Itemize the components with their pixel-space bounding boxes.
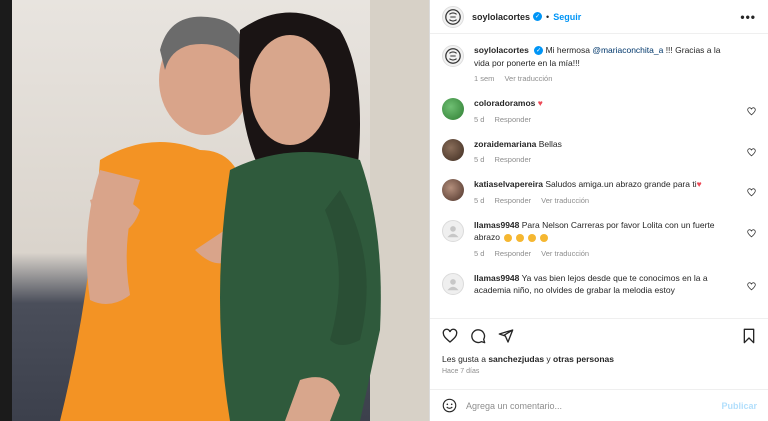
smiley-emoji-icon <box>540 233 549 242</box>
author-username[interactable]: soylolacortes <box>472 12 530 22</box>
default-user-icon <box>447 278 459 290</box>
comment-item: zoraidemariana Bellas 5 d Responder <box>442 138 756 164</box>
comment-text: coloradoramos ♥ <box>474 97 738 110</box>
action-icons <box>442 327 757 345</box>
translate-link[interactable]: Ver traducción <box>541 249 589 258</box>
like-comment-heart-icon[interactable] <box>747 107 756 116</box>
translate-link[interactable]: Ver traducción <box>541 196 589 205</box>
comment-time: 5 d <box>474 114 485 124</box>
caption-meta: 1 sem Ver traducción <box>474 74 738 83</box>
separator-dot: • <box>546 11 550 22</box>
author-logo-icon <box>445 8 461 25</box>
comment-username[interactable]: llamas9948 <box>474 273 519 283</box>
comment-body: Saludos amiga.un abrazo grande para ti <box>545 179 697 189</box>
post-photo[interactable] <box>0 0 429 421</box>
like-heart-icon[interactable] <box>442 328 458 344</box>
commenter-avatar[interactable] <box>442 138 464 161</box>
comment-text: zoraidemariana Bellas <box>474 138 738 151</box>
default-user-icon <box>447 225 459 237</box>
caption-text-start: Mi hermosa <box>545 45 593 55</box>
post-caption: soylolacortes ✓ Mi hermosa @mariaconchit… <box>442 44 756 83</box>
comment-time: 5 d <box>474 195 485 205</box>
comment-text: llamas9948 Ya vas bien lejos desde que t… <box>474 272 738 297</box>
comment-body: Bellas <box>538 138 562 149</box>
comment-text: llamas9948 Para Nelson Carreras por favo… <box>474 219 738 244</box>
comment-meta: 5 d Responder Ver traducción <box>474 196 738 205</box>
caption-text: soylolacortes ✓ Mi hermosa @mariaconchit… <box>474 44 738 69</box>
reply-link[interactable]: Responder <box>494 115 531 124</box>
comment-username[interactable]: katiaselvapereira <box>474 179 543 189</box>
likes-user-link[interactable]: sanchezjudas <box>488 354 544 364</box>
commenter-avatar[interactable] <box>442 98 464 120</box>
smiley-emoji-icon <box>516 233 525 242</box>
comment-username[interactable]: zoraidemariana <box>474 139 536 149</box>
comment-text: katiaselvapereira Saludos amiga.un abraz… <box>474 178 738 191</box>
comment-time: 5 d <box>474 248 485 258</box>
publish-button[interactable]: Publicar <box>721 401 757 411</box>
caption-username[interactable]: soylolacortes <box>474 45 529 55</box>
comments-list[interactable]: soylolacortes ✓ Mi hermosa @mariaconchit… <box>430 34 768 316</box>
comment-username[interactable]: coloradoramos <box>474 98 535 108</box>
commenter-avatar[interactable] <box>442 272 464 295</box>
comment-bubble-icon[interactable] <box>470 328 486 344</box>
author-avatar[interactable] <box>442 5 464 28</box>
like-comment-heart-icon[interactable] <box>747 147 756 157</box>
caption-translate-link[interactable]: Ver traducción <box>504 74 552 83</box>
likes-prefix: Les gusta a <box>442 354 489 364</box>
caption-mention-link[interactable]: @mariaconchita_a <box>592 45 663 55</box>
share-send-icon[interactable] <box>498 328 514 344</box>
verified-badge-icon: ✓ <box>533 12 543 21</box>
post-actions: Les gusta a sanchezjudas y otras persona… <box>430 318 768 375</box>
emoji-picker-icon[interactable] <box>442 398 457 413</box>
post-panel: soylolacortes ✓ • Seguir ••• soylolacort… <box>429 0 768 421</box>
reply-link[interactable]: Responder <box>494 155 531 164</box>
post-timestamp: Hace 7 días <box>442 368 480 375</box>
smiley-emoji-icon <box>528 233 537 242</box>
verified-badge-icon: ✓ <box>534 46 544 56</box>
comment-meta: 5 d Responder <box>474 155 738 164</box>
like-comment-heart-icon[interactable] <box>747 188 756 197</box>
comment-time: 5 d <box>474 155 485 164</box>
caption-time: 1 sem <box>474 74 495 83</box>
likes-mid: y <box>544 354 554 364</box>
comment-item: coloradoramos ♥ 5 d Responder <box>442 97 756 124</box>
more-options-button[interactable]: ••• <box>740 10 756 24</box>
commenter-avatar[interactable] <box>442 179 464 201</box>
comment-meta: 5 d Responder <box>474 115 738 124</box>
red-heart-emoji-icon: ♥ <box>696 179 702 189</box>
caption-avatar[interactable] <box>442 45 464 67</box>
reply-link[interactable]: Responder <box>494 196 531 205</box>
smiley-emoji-icon <box>504 233 513 242</box>
add-comment-bar: Publicar <box>430 389 768 421</box>
reply-link[interactable]: Responder <box>494 249 531 258</box>
comment-item: llamas9948 Para Nelson Carreras por favo… <box>442 219 756 258</box>
comment-item: katiaselvapereira Saludos amiga.un abraz… <box>442 178 756 205</box>
like-comment-heart-icon[interactable] <box>747 228 756 238</box>
comment-username[interactable]: llamas9948 <box>474 220 519 230</box>
follow-button[interactable]: Seguir <box>553 12 581 22</box>
save-bookmark-icon[interactable] <box>741 328 757 344</box>
comment-meta: 5 d Responder Ver traducción <box>474 249 738 258</box>
post-header: soylolacortes ✓ • Seguir ••• <box>430 0 768 34</box>
author-logo-icon <box>445 48 461 64</box>
comment-input[interactable] <box>466 400 722 411</box>
likes-others-link[interactable]: otras personas <box>553 354 614 364</box>
commenter-avatar[interactable] <box>442 219 464 242</box>
photo-illustration <box>60 12 381 421</box>
comment-item: llamas9948 Ya vas bien lejos desde que t… <box>442 272 756 297</box>
like-comment-heart-icon[interactable] <box>747 281 756 291</box>
likes-summary: Les gusta a sanchezjudas y otras persona… <box>442 354 757 364</box>
red-heart-emoji-icon: ♥ <box>537 98 543 108</box>
